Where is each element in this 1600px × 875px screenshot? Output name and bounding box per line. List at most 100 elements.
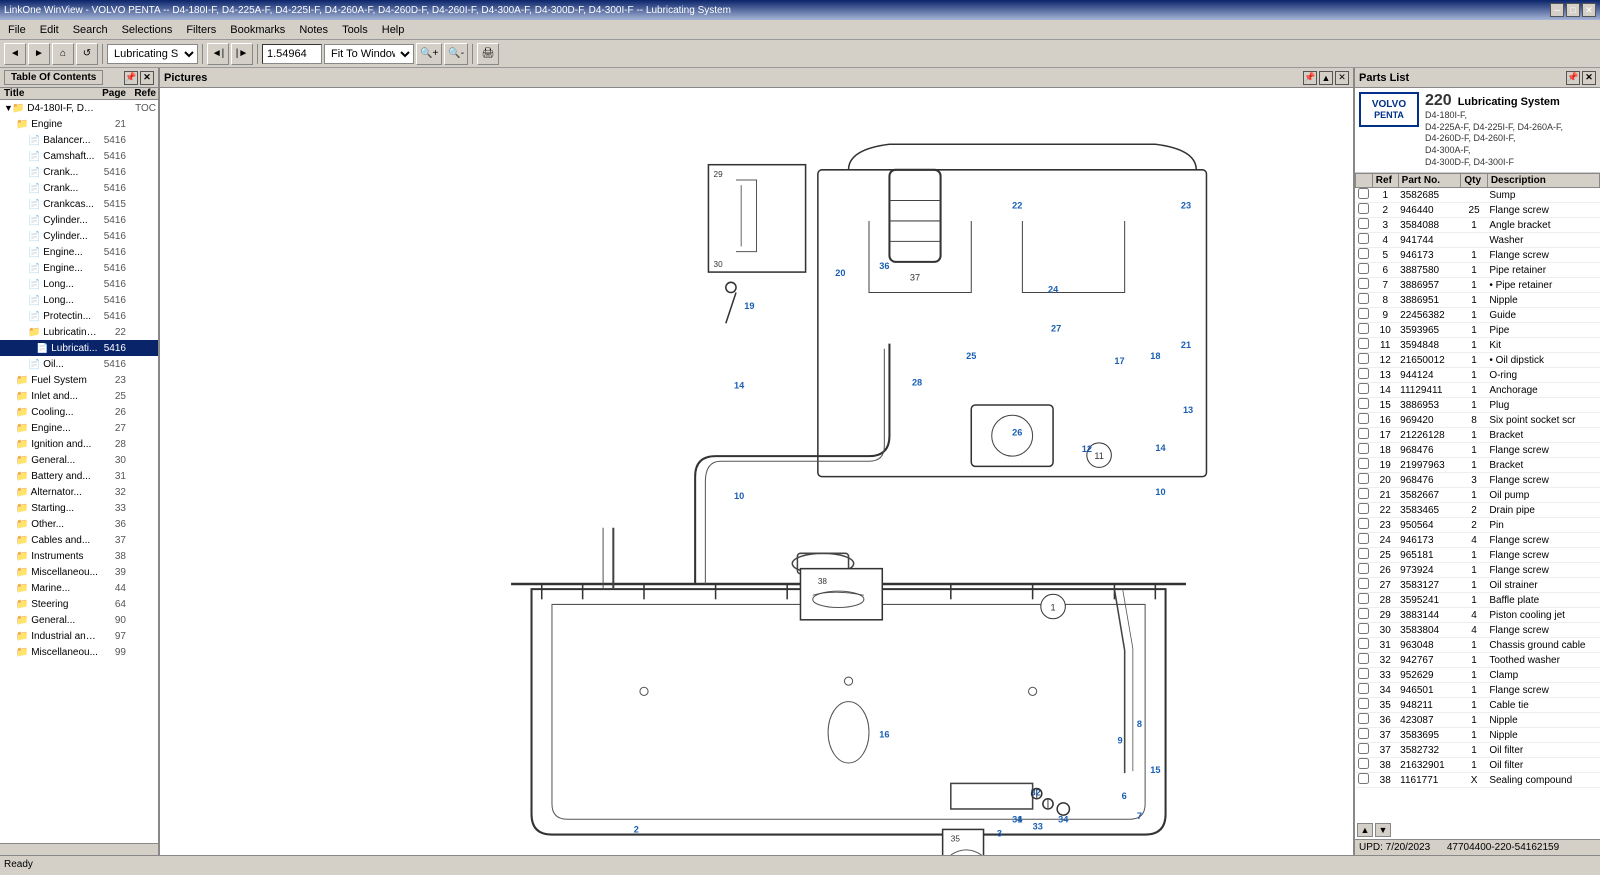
zoom-out-button[interactable]: 🔍- xyxy=(444,43,468,65)
row-checkbox[interactable] xyxy=(1358,278,1369,289)
row-checkbox[interactable] xyxy=(1358,773,1369,784)
toc-row[interactable]: 📄 Cylinder...5416 xyxy=(0,228,158,244)
toc-row[interactable]: ►📁 Miscellaneou...39 xyxy=(0,564,158,580)
table-row[interactable]: 169694208Six point socket scr xyxy=(1356,413,1600,428)
menu-item-edit[interactable]: Edit xyxy=(34,22,65,38)
diagram-content[interactable]: 37 xyxy=(160,88,1353,855)
row-checkbox[interactable] xyxy=(1358,743,1369,754)
menu-item-bookmarks[interactable]: Bookmarks xyxy=(224,22,291,38)
zoom-in-button[interactable]: 🔍+ xyxy=(416,43,442,65)
row-checkbox[interactable] xyxy=(1358,608,1369,619)
table-row[interactable]: 269739241Flange screw xyxy=(1356,563,1600,578)
table-row[interactable]: 1035939651Pipe xyxy=(1356,323,1600,338)
row-checkbox[interactable] xyxy=(1358,413,1369,424)
table-row[interactable]: 2938831444Piston cooling jet xyxy=(1356,608,1600,623)
row-checkbox[interactable] xyxy=(1358,293,1369,304)
table-row[interactable]: 1135948481Kit xyxy=(1356,338,1600,353)
row-checkbox[interactable] xyxy=(1358,473,1369,484)
home-button[interactable]: ⌂ xyxy=(52,43,74,65)
row-checkbox[interactable] xyxy=(1358,398,1369,409)
maximize-button[interactable]: □ xyxy=(1566,3,1580,17)
parts-table-container[interactable]: Ref Part No. Qty Description 13582685Sum… xyxy=(1355,173,1600,821)
toc-row[interactable]: ►📁 Ignition and...28 xyxy=(0,436,158,452)
row-checkbox[interactable] xyxy=(1358,203,1369,214)
row-checkbox[interactable] xyxy=(1358,533,1369,544)
row-checkbox[interactable] xyxy=(1358,233,1369,244)
row-checkbox[interactable] xyxy=(1358,713,1369,724)
table-row[interactable]: 349465011Flange screw xyxy=(1356,683,1600,698)
table-row[interactable]: 9224563821Guide xyxy=(1356,308,1600,323)
section-dropdown[interactable]: Lubricating S xyxy=(107,44,198,64)
toc-row[interactable]: 📄 Crank...5416 xyxy=(0,180,158,196)
table-row[interactable]: 381161771XSealing compound xyxy=(1356,773,1600,788)
toc-row[interactable]: 📄 Balancer...5416 xyxy=(0,132,158,148)
toc-row[interactable]: 📄 Oil...5416 xyxy=(0,356,158,372)
nav-down-button[interactable]: ▼ xyxy=(1375,823,1391,837)
close-button[interactable]: ✕ xyxy=(1582,3,1596,17)
row-checkbox[interactable] xyxy=(1358,248,1369,259)
row-checkbox[interactable] xyxy=(1358,443,1369,454)
row-checkbox[interactable] xyxy=(1358,683,1369,694)
table-row[interactable]: 3035838044Flange screw xyxy=(1356,623,1600,638)
nav-up-button[interactable]: ▲ xyxy=(1357,823,1373,837)
table-row[interactable]: 359482111Cable tie xyxy=(1356,698,1600,713)
menu-item-file[interactable]: File xyxy=(2,22,32,38)
table-row[interactable]: 249461734Flange screw xyxy=(1356,533,1600,548)
row-checkbox[interactable] xyxy=(1358,653,1369,664)
table-row[interactable]: 364230871Nipple xyxy=(1356,713,1600,728)
table-row[interactable]: 2835952411Baffle plate xyxy=(1356,593,1600,608)
table-row[interactable]: 319630481Chassis ground cable xyxy=(1356,638,1600,653)
toc-row[interactable]: ►📁 Battery and...31 xyxy=(0,468,158,484)
toc-row[interactable]: ►📁 General...30 xyxy=(0,452,158,468)
toc-row[interactable]: 📄 Lubricati...5416 xyxy=(0,340,158,356)
table-row[interactable]: 2135826671Oil pump xyxy=(1356,488,1600,503)
table-row[interactable]: 14111294111Anchorage xyxy=(1356,383,1600,398)
table-row[interactable]: 3735827321Oil filter xyxy=(1356,743,1600,758)
next-page-button[interactable]: |► xyxy=(231,43,253,65)
row-checkbox[interactable] xyxy=(1358,323,1369,334)
table-row[interactable]: 239505642Pin xyxy=(1356,518,1600,533)
row-checkbox[interactable] xyxy=(1358,503,1369,514)
back-button[interactable]: ◄ xyxy=(4,43,26,65)
toc-row[interactable]: ▼📁 Engine21 xyxy=(0,116,158,132)
fit-dropdown[interactable]: Fit To Window xyxy=(324,44,414,64)
toc-row[interactable]: ►📁 Other...36 xyxy=(0,516,158,532)
table-row[interactable]: 2735831271Oil strainer xyxy=(1356,578,1600,593)
refresh-button[interactable]: ↺ xyxy=(76,43,98,65)
row-checkbox[interactable] xyxy=(1358,428,1369,439)
row-checkbox[interactable] xyxy=(1358,383,1369,394)
menu-item-notes[interactable]: Notes xyxy=(293,22,334,38)
row-checkbox[interactable] xyxy=(1358,623,1369,634)
table-row[interactable]: 335840881Angle bracket xyxy=(1356,218,1600,233)
toc-row[interactable]: 📄 Engine...5416 xyxy=(0,260,158,276)
table-row[interactable]: 17212261281Bracket xyxy=(1356,428,1600,443)
toc-row[interactable]: 📄 Cylinder...5416 xyxy=(0,212,158,228)
toc-pin-button[interactable]: 📌 xyxy=(124,71,138,85)
toc-row[interactable]: ►📁 Cables and...37 xyxy=(0,532,158,548)
diagram-close-button[interactable]: ✕ xyxy=(1335,71,1349,85)
toc-tab[interactable]: Table Of Contents xyxy=(4,70,103,85)
toc-scrollbar[interactable] xyxy=(0,843,158,855)
row-checkbox[interactable] xyxy=(1358,548,1369,559)
table-row[interactable]: 2235834652Drain pipe xyxy=(1356,503,1600,518)
table-row[interactable]: 259651811Flange screw xyxy=(1356,548,1600,563)
table-row[interactable]: 139441241O-ring xyxy=(1356,368,1600,383)
table-row[interactable]: 59461731Flange screw xyxy=(1356,248,1600,263)
zoom-input[interactable] xyxy=(262,44,322,64)
print-button[interactable]: 🖨 xyxy=(477,43,499,65)
toc-row[interactable]: ►📁 Alternator...32 xyxy=(0,484,158,500)
table-row[interactable]: 738869571• Pipe retainer xyxy=(1356,278,1600,293)
row-checkbox[interactable] xyxy=(1358,518,1369,529)
toc-row[interactable]: ►📁 Cooling...26 xyxy=(0,404,158,420)
toc-row[interactable]: ►📁 Marine...44 xyxy=(0,580,158,596)
table-row[interactable]: 329427671Toothed washer xyxy=(1356,653,1600,668)
toc-row[interactable]: 📄 Long...5416 xyxy=(0,292,158,308)
row-checkbox[interactable] xyxy=(1358,458,1369,469)
toc-row[interactable]: 📄 Crankcas...5415 xyxy=(0,196,158,212)
menu-item-search[interactable]: Search xyxy=(67,22,114,38)
toc-row[interactable]: 📄 Protectin...5416 xyxy=(0,308,158,324)
row-checkbox[interactable] xyxy=(1358,758,1369,769)
row-checkbox[interactable] xyxy=(1358,563,1369,574)
parts-close-button[interactable]: ✕ xyxy=(1582,71,1596,85)
toc-row[interactable]: 📄 Long...5416 xyxy=(0,276,158,292)
